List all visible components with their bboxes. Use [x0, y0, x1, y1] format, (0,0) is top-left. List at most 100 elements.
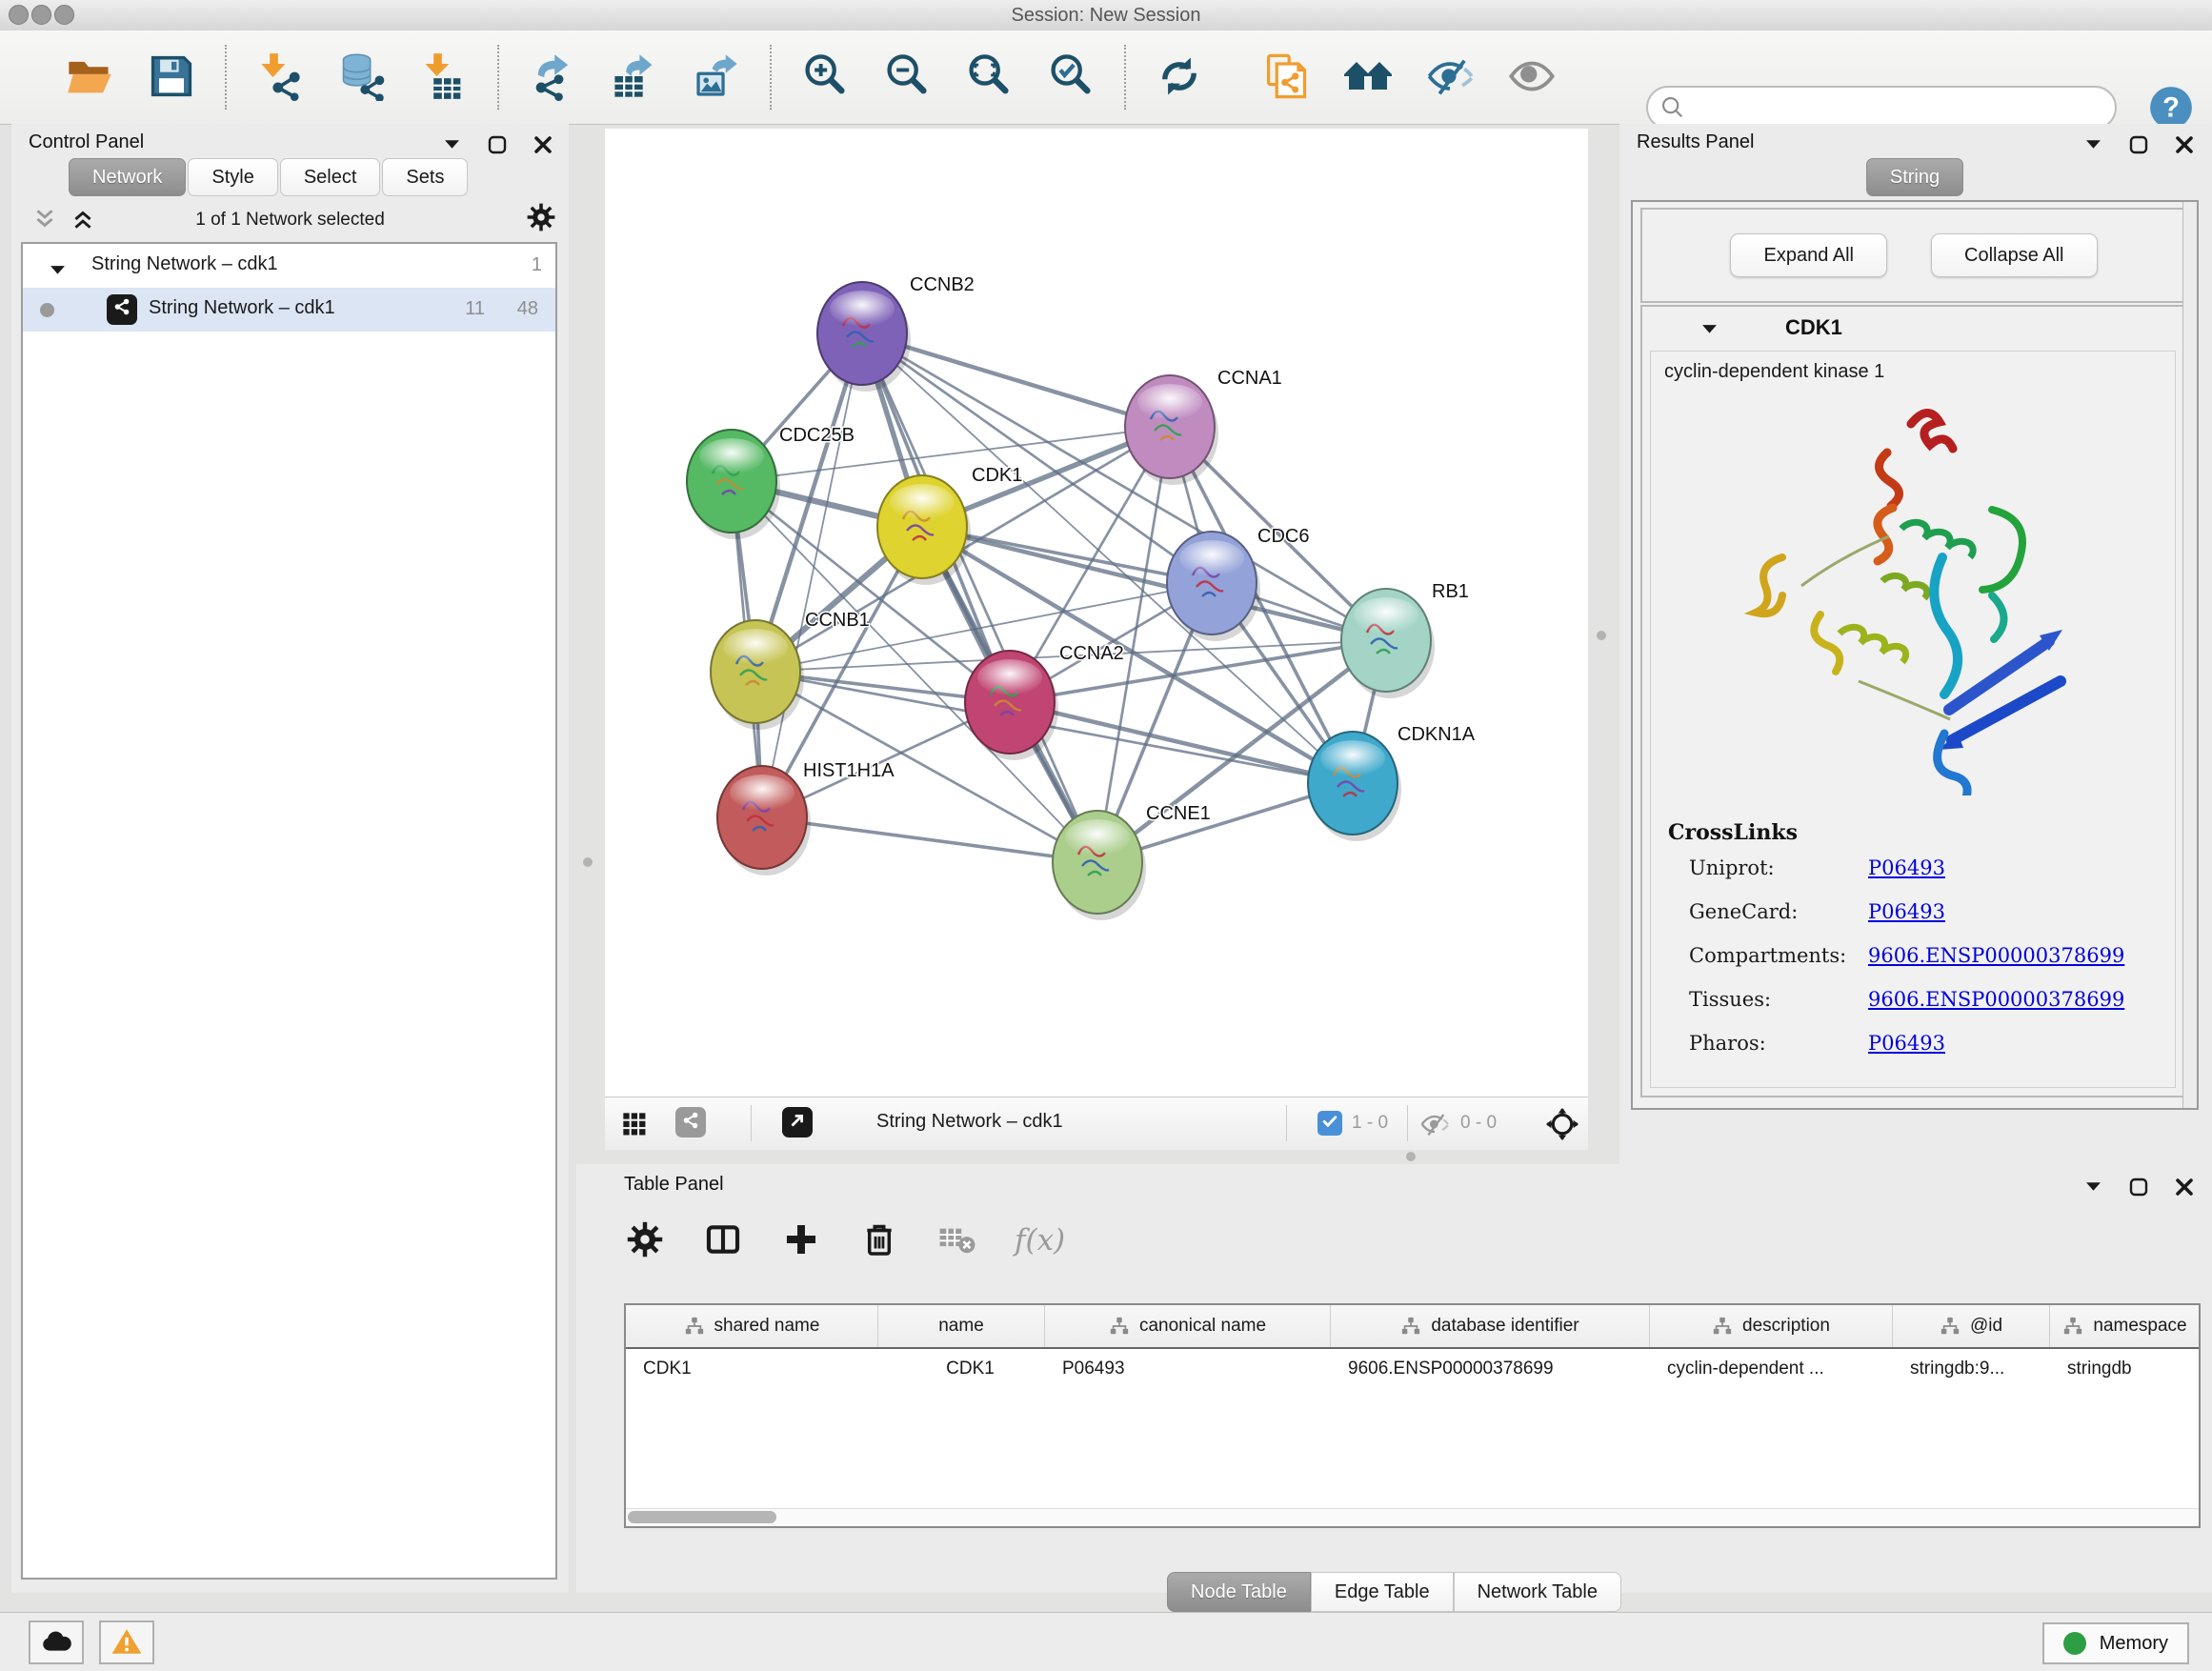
tab-sets[interactable]: Sets: [382, 158, 468, 196]
delete-table-icon[interactable]: [936, 1219, 978, 1261]
table-cell[interactable]: cyclin-dependent ...: [1650, 1349, 1893, 1389]
tab-network-table[interactable]: Network Table: [1454, 1572, 1621, 1612]
delete-column-icon[interactable]: [858, 1219, 900, 1261]
table-panel-title: Table Panel: [624, 1174, 724, 1196]
tab-node-table[interactable]: Node Table: [1167, 1572, 1311, 1612]
export-image-button[interactable]: [690, 50, 743, 104]
panel-menu-icon[interactable]: [439, 133, 464, 158]
export-table-button[interactable]: [608, 50, 661, 104]
column-header-name[interactable]: name: [878, 1305, 1045, 1347]
expand-all-button[interactable]: Expand All: [1730, 233, 1887, 277]
tab-string[interactable]: String: [1866, 158, 1963, 196]
zoom-out-button[interactable]: [880, 50, 934, 104]
network-node-CDK1[interactable]: CDK1: [877, 465, 1022, 585]
node-attribute-table: shared namenamecanonical namedatabase id…: [624, 1303, 2201, 1528]
crosslink-link[interactable]: 9606.ENSP00000378699: [1868, 988, 2124, 1011]
table-settings-gear-icon[interactable]: [624, 1219, 666, 1261]
collapse-all-button[interactable]: Collapse All: [1931, 233, 2098, 277]
save-session-button[interactable]: [145, 50, 198, 104]
table-cell[interactable]: stringdb: [2050, 1349, 2201, 1389]
crosslink-link[interactable]: 9606.ENSP00000378699: [1868, 944, 2124, 967]
column-header--id[interactable]: @id: [1893, 1305, 2050, 1347]
zoom-selected-button[interactable]: [1044, 50, 1097, 104]
hidden-items-icon[interactable]: [1419, 1109, 1450, 1139]
column-header-description[interactable]: description: [1650, 1305, 1893, 1347]
network-node-CCNB2[interactable]: CCNB2: [817, 274, 975, 392]
panel-menu-icon[interactable]: [2081, 1176, 2105, 1200]
grid-view-icon[interactable]: [621, 1111, 648, 1137]
close-panel-icon[interactable]: [2172, 1176, 2197, 1200]
right-splitter-handle[interactable]: [1597, 631, 1606, 640]
column-header-shared-name[interactable]: shared name: [626, 1305, 878, 1347]
table-cell[interactable]: P06493: [1045, 1349, 1331, 1389]
memory-button[interactable]: Memory: [2042, 1622, 2189, 1664]
cloud-status-button[interactable]: [29, 1621, 84, 1664]
toolbar-group: [772, 50, 1124, 104]
show-overview-button[interactable]: [1505, 50, 1558, 104]
network-node-CCNA2[interactable]: CCNA2: [965, 643, 1124, 760]
selected-items-checkbox[interactable]: [1317, 1111, 1342, 1136]
network-node-HIST1H1A[interactable]: HIST1H1A: [717, 760, 895, 876]
table-cell[interactable]: CDK1: [878, 1349, 1045, 1389]
show-all-networks-button[interactable]: [1341, 50, 1395, 104]
manage-columns-icon[interactable]: [702, 1219, 744, 1261]
import-table-from-file-button[interactable]: [417, 50, 471, 104]
add-column-icon[interactable]: [780, 1219, 822, 1261]
import-network-from-file-button[interactable]: [253, 50, 307, 104]
float-panel-icon[interactable]: [485, 133, 510, 158]
network-edge[interactable]: [762, 333, 862, 817]
tab-edge-table[interactable]: Edge Table: [1311, 1572, 1454, 1612]
float-panel-icon[interactable]: [2126, 133, 2151, 158]
import-network-from-database-button[interactable]: [335, 50, 389, 104]
results-scrollbar[interactable]: [2182, 202, 2197, 1108]
results-panel: Results Panel String Expand All Collapse…: [1619, 124, 2212, 1164]
tab-select[interactable]: Select: [280, 158, 381, 196]
crosslink-link[interactable]: P06493: [1868, 1032, 1945, 1055]
panel-menu-icon[interactable]: [2081, 133, 2105, 158]
network-node-CCNA1[interactable]: CCNA1: [1125, 368, 1282, 485]
bottom-splitter-handle[interactable]: [1406, 1152, 1416, 1161]
network-options-gear-icon[interactable]: [529, 206, 553, 231]
tab-style[interactable]: Style: [188, 158, 277, 196]
table-cell[interactable]: CDK1: [626, 1349, 878, 1389]
collection-expander-icon[interactable]: [50, 260, 66, 272]
network-edge[interactable]: [1010, 702, 1353, 783]
column-header-namespace[interactable]: namespace: [2050, 1305, 2201, 1347]
hide-selected-button[interactable]: [1423, 50, 1477, 104]
zoom-in-button[interactable]: [798, 50, 852, 104]
network-node-CDKN1A[interactable]: CDKN1A: [1308, 724, 1476, 841]
close-panel-icon[interactable]: [531, 133, 555, 158]
open-session-button[interactable]: [63, 50, 116, 104]
network-node-RB1[interactable]: RB1: [1341, 581, 1469, 698]
network-collection-row[interactable]: String Network – cdk1 1: [23, 244, 555, 288]
table-row[interactable]: CDK1CDK1P064939606.ENSP00000378699cyclin…: [626, 1349, 2199, 1389]
network-edge[interactable]: [762, 817, 1097, 862]
fit-selected-crosshair-icon[interactable]: [1546, 1108, 1579, 1140]
function-builder-button[interactable]: f(x): [1015, 1223, 1065, 1258]
zoom-fit-button[interactable]: [962, 50, 1016, 104]
crosslink-link[interactable]: P06493: [1868, 856, 1945, 879]
float-panel-icon[interactable]: [2126, 1176, 2151, 1200]
node-details-header[interactable]: CDK1: [1642, 307, 2185, 351]
open-in-new-window-icon[interactable]: [782, 1107, 813, 1137]
close-panel-icon[interactable]: [2172, 133, 2197, 158]
column-header-database-identifier[interactable]: database identifier: [1331, 1305, 1650, 1347]
network-node-CCNB1[interactable]: CCNB1: [711, 610, 870, 730]
export-network-button[interactable]: [526, 50, 579, 104]
warnings-button[interactable]: [99, 1621, 154, 1664]
scrollbar-thumb[interactable]: [628, 1511, 776, 1523]
left-splitter-handle[interactable]: [583, 857, 593, 867]
column-header-canonical-name[interactable]: canonical name: [1045, 1305, 1331, 1347]
crosslink-link[interactable]: P06493: [1868, 900, 1945, 923]
refresh-view-button[interactable]: [1153, 50, 1206, 104]
tab-network[interactable]: Network: [69, 158, 186, 196]
clone-network-button[interactable]: [1259, 50, 1313, 104]
entry-expander-icon[interactable]: [1701, 323, 1718, 335]
table-cell[interactable]: stringdb:9...: [1893, 1349, 2050, 1389]
network-view-canvas[interactable]: CCNB2CCNA1CDC25BCDK1CDC6RB1CCNB1CCNA2CDK…: [605, 129, 1588, 1097]
network-edge[interactable]: [862, 333, 1097, 862]
birds-eye-view-icon[interactable]: [675, 1107, 706, 1137]
table-cell[interactable]: 9606.ENSP00000378699: [1331, 1349, 1650, 1389]
network-node-CCNE1[interactable]: CCNE1: [1053, 803, 1211, 920]
network-row-selected[interactable]: String Network – cdk1 11 48: [23, 288, 555, 332]
